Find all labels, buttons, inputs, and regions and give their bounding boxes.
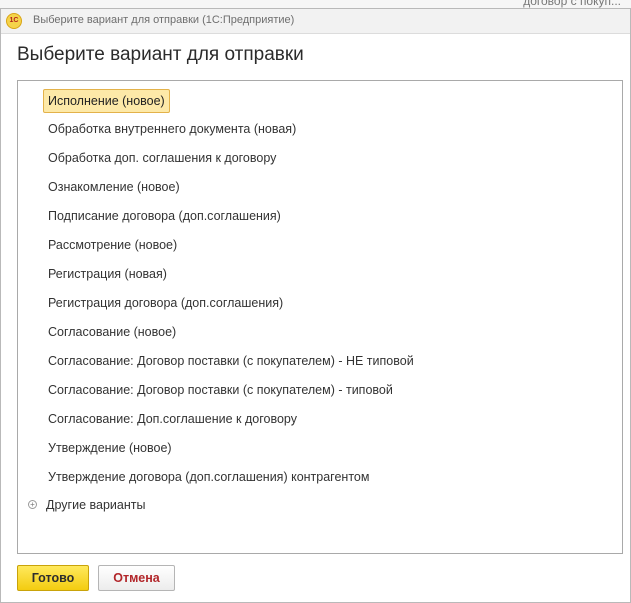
selection-dialog: 1С Выберите вариант для отправки (1С:Пре…: [0, 8, 631, 603]
option-item-ispolnenie[interactable]: Исполнение (новое): [43, 89, 170, 113]
option-item-soglasovanie[interactable]: Согласование (новое): [46, 321, 178, 343]
option-item-registraciya-dogovora[interactable]: Регистрация договора (доп.соглашения): [46, 292, 285, 314]
done-button[interactable]: Готово: [17, 565, 89, 591]
form-title: Выберите вариант для отправки: [17, 44, 304, 65]
cancel-button[interactable]: Отмена: [98, 565, 175, 591]
dialog-titlebar[interactable]: 1С Выберите вариант для отправки (1С:Пре…: [1, 9, 630, 34]
expand-plus-icon[interactable]: +: [28, 500, 37, 509]
option-item-soglasovanie-ne-tipovoy[interactable]: Согласование: Договор поставки (с покупа…: [46, 350, 416, 372]
group-other-options[interactable]: Другие варианты: [46, 494, 145, 516]
option-item-soglasovanie-tipovoy[interactable]: Согласование: Договор поставки (с покупа…: [46, 379, 395, 401]
1c-logo-icon: 1С: [6, 13, 22, 29]
background-window-text: договор с покуп...: [523, 0, 621, 8]
option-item-obrabotka-vnutr[interactable]: Обработка внутреннего документа (новая): [46, 118, 298, 140]
option-item-registraciya[interactable]: Регистрация (новая): [46, 263, 169, 285]
option-item-rassmotrenie[interactable]: Рассмотрение (новое): [46, 234, 179, 256]
option-item-soglasovanie-dop[interactable]: Согласование: Доп.соглашение к договору: [46, 408, 299, 430]
option-item-podpisanie[interactable]: Подписание договора (доп.соглашения): [46, 205, 283, 227]
dialog-window-title: Выберите вариант для отправки (1С:Предпр…: [33, 14, 295, 26]
option-item-utverzhdenie[interactable]: Утверждение (новое): [46, 437, 174, 459]
option-item-utverzhdenie-dogovora[interactable]: Утверждение договора (доп.соглашения) ко…: [46, 466, 371, 488]
options-list[interactable]: Исполнение (новое) Обработка внутреннего…: [17, 80, 623, 554]
option-item-obrabotka-dop[interactable]: Обработка доп. соглашения к договору: [46, 147, 278, 169]
option-item-oznakomlenie[interactable]: Ознакомление (новое): [46, 176, 182, 198]
